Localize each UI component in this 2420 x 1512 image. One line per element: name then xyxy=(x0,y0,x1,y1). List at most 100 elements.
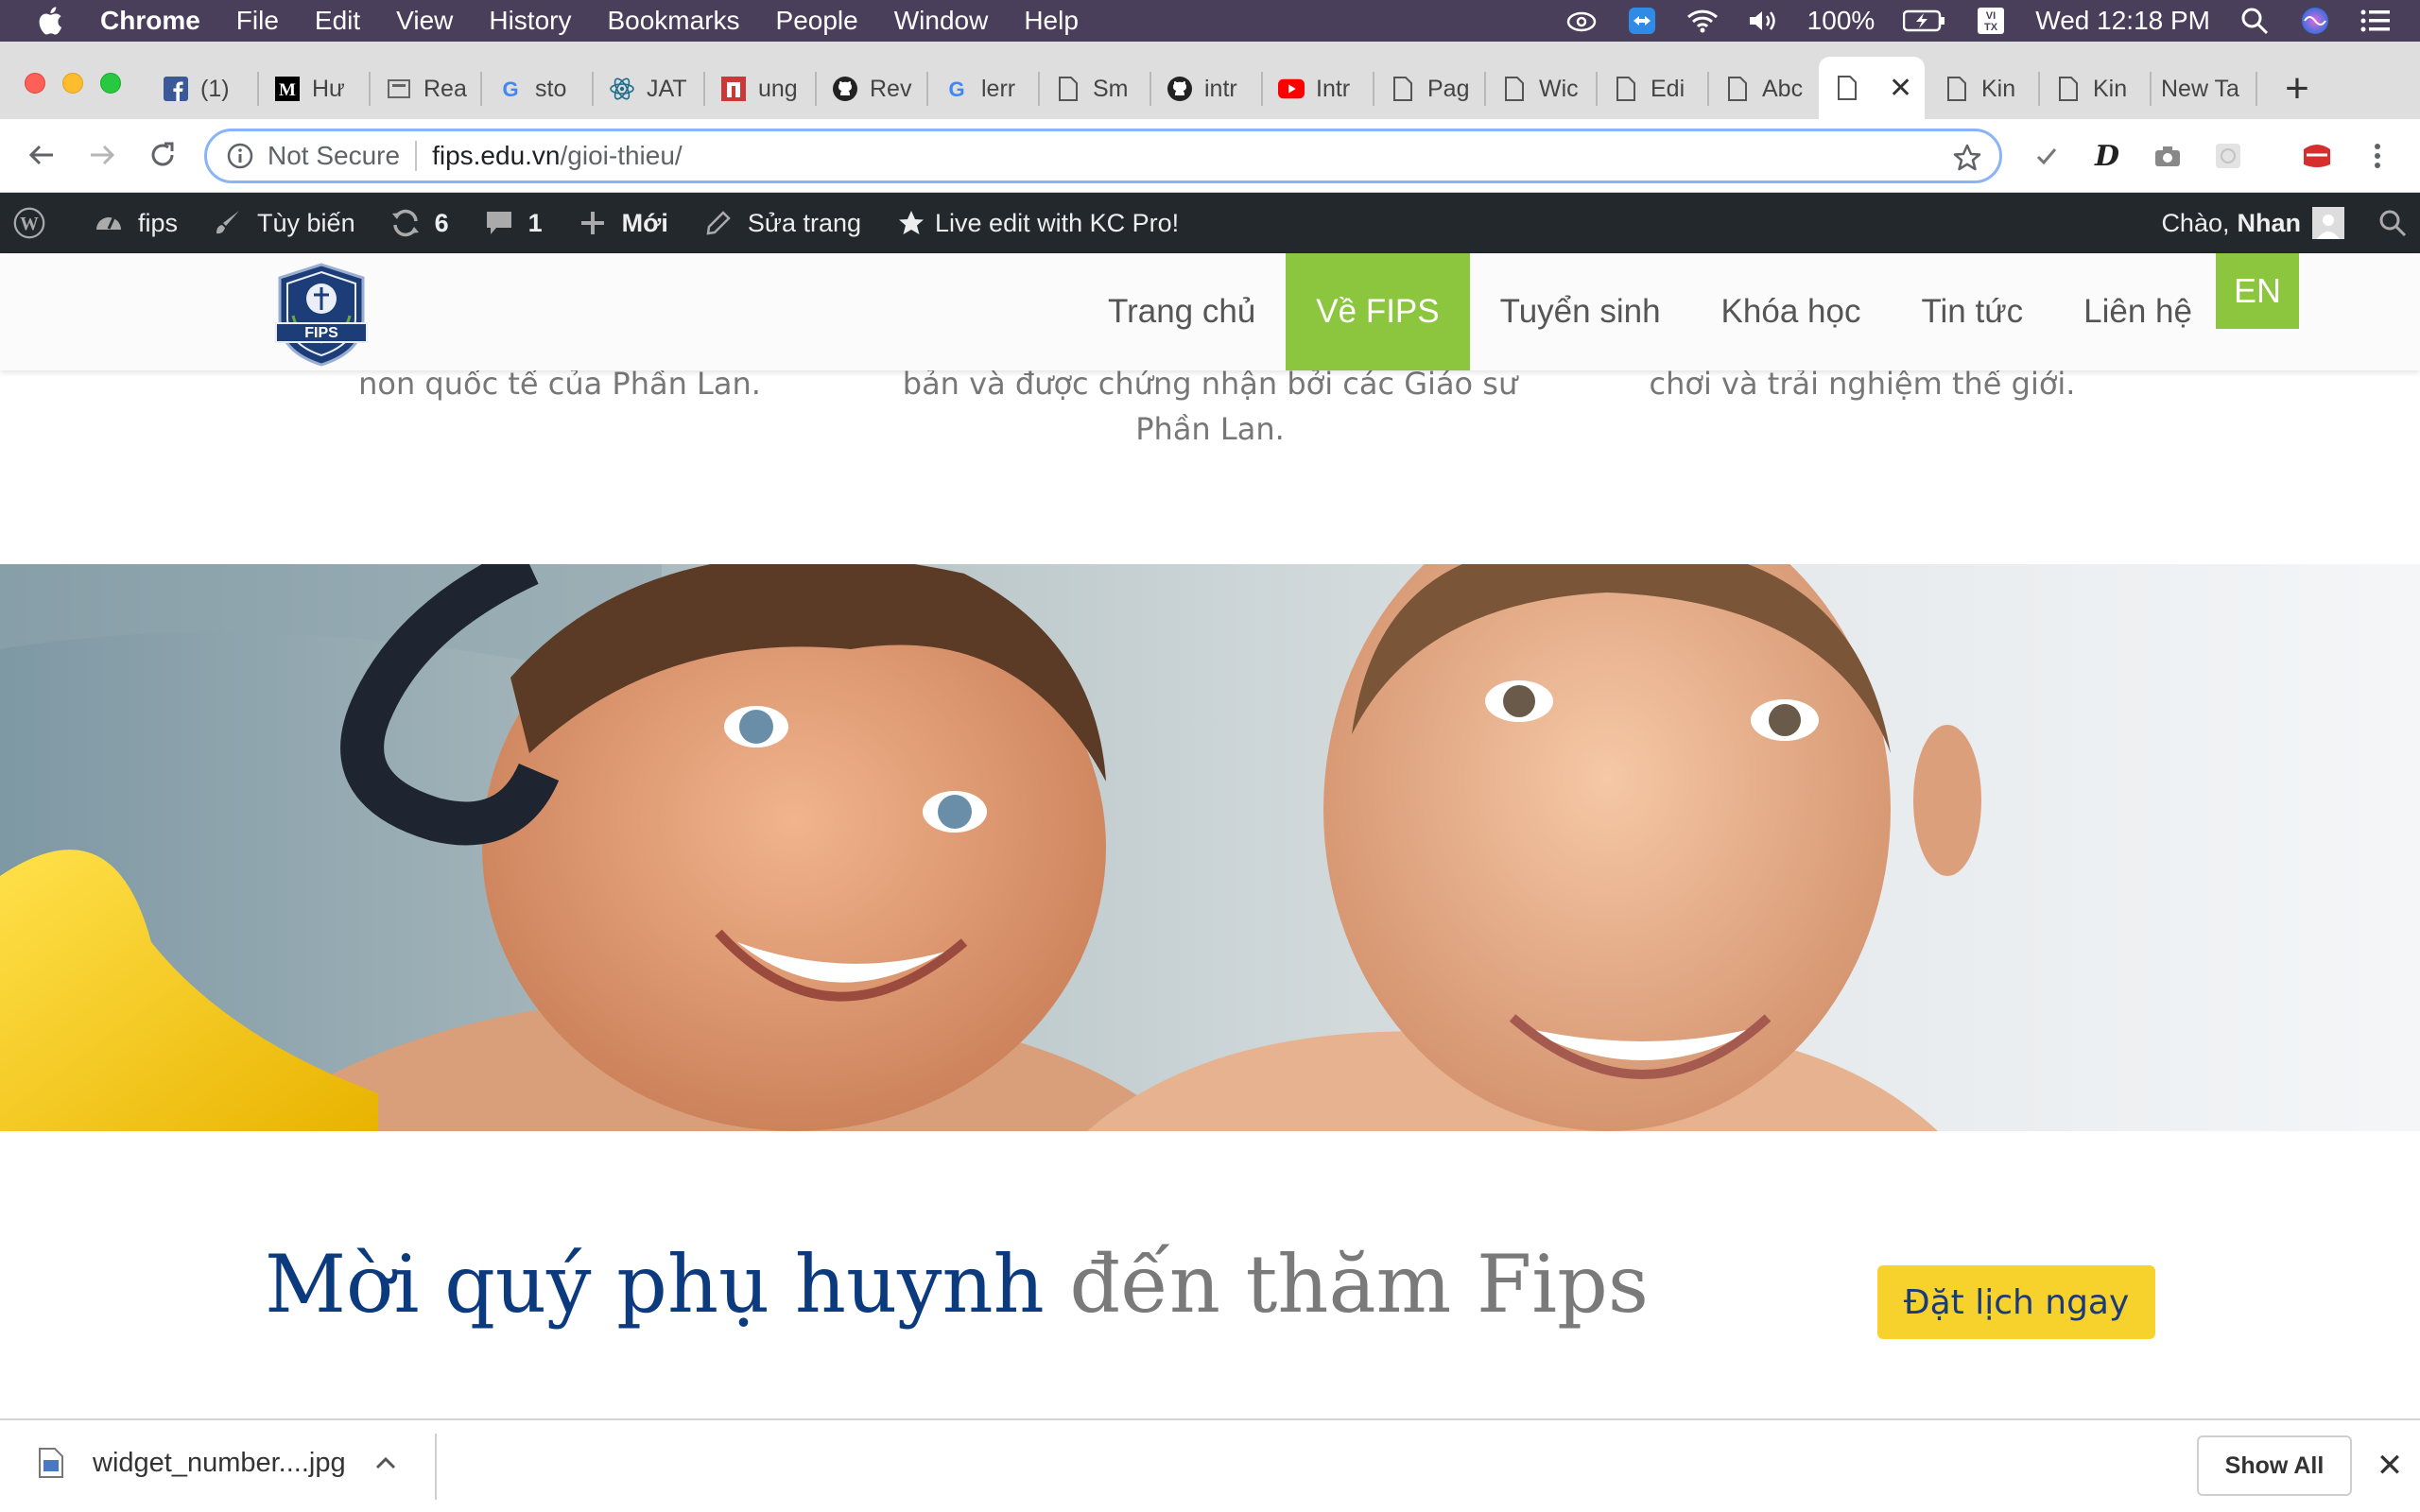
browser-tab[interactable]: G sto xyxy=(482,60,594,117)
wp-customize-link[interactable]: Tùy biến xyxy=(212,207,355,239)
back-icon[interactable] xyxy=(23,136,60,174)
volume-icon[interactable] xyxy=(1747,5,1779,37)
wp-edit-page-link[interactable]: Sửa trang xyxy=(702,207,861,239)
browser-tab[interactable]: Kin xyxy=(2040,60,2152,117)
nav-khoa-hoc[interactable]: Khóa học xyxy=(1691,253,1892,370)
menu-people[interactable]: People xyxy=(776,6,858,36)
menu-view[interactable]: View xyxy=(396,6,453,36)
browser-tab[interactable]: (1) xyxy=(147,60,259,117)
download-filename: widget_number....jpg xyxy=(93,1447,346,1478)
browser-tab[interactable]: Wic xyxy=(1486,60,1598,117)
browser-tab[interactable]: G lerr xyxy=(928,60,1040,117)
cta-title-light: đến thăm Fips xyxy=(1069,1238,1649,1331)
creative-cloud-icon[interactable] xyxy=(1565,5,1598,37)
paintbrush-icon xyxy=(212,207,244,239)
browser-tab[interactable]: Edi xyxy=(1598,60,1709,117)
wp-customize-label: Tùy biến xyxy=(257,208,355,237)
checkmark-extension-icon[interactable] xyxy=(2031,140,2063,172)
new-tab-button[interactable]: + xyxy=(2278,68,2316,110)
menu-app-name[interactable]: Chrome xyxy=(100,6,200,36)
close-download-bar-icon[interactable]: ✕ xyxy=(2371,1447,2409,1485)
camera-extension-icon[interactable] xyxy=(2152,140,2184,172)
menu-help[interactable]: Help xyxy=(1024,6,1079,36)
show-all-downloads-button[interactable]: Show All xyxy=(2197,1435,2352,1496)
dictionary-extension-icon[interactable]: D xyxy=(2091,140,2123,173)
menu-window[interactable]: Window xyxy=(894,6,989,36)
browser-tab[interactable]: M Hư xyxy=(259,60,371,117)
zoom-window-button[interactable] xyxy=(100,73,121,94)
tab-strip: (1) M Hư Rea G sto JAT ung Rev G lerr Sm… xyxy=(0,42,2420,119)
siri-icon[interactable] xyxy=(2299,5,2331,37)
svg-text:FIPS: FIPS xyxy=(304,325,338,341)
nav-tuyen-sinh[interactable]: Tuyển sinh xyxy=(1470,253,1691,370)
wp-live-edit-link[interactable]: Live edit with KC Pro! xyxy=(895,207,1179,239)
wp-greeting[interactable]: Chào, xyxy=(2161,209,2229,238)
minimize-window-button[interactable] xyxy=(62,73,83,94)
address-bar[interactable]: Not Secure fips.edu.vn/gioi-thieu/ xyxy=(204,129,2002,183)
nav-tin-tuc[interactable]: Tin tức xyxy=(1891,253,2053,370)
star-icon xyxy=(895,207,927,239)
page-icon xyxy=(1613,76,1639,102)
clock[interactable]: Wed 12:18 PM xyxy=(2035,6,2210,36)
tab-title: ung xyxy=(758,75,798,102)
download-item[interactable]: widget_number....jpg xyxy=(38,1447,397,1479)
wp-updates-link[interactable]: 6 xyxy=(389,207,449,239)
browser-tab[interactable]: Rev xyxy=(817,60,928,117)
nav-lien-he[interactable]: Liên hệ xyxy=(2053,253,2222,370)
notification-center-icon[interactable] xyxy=(2360,5,2392,37)
wifi-icon[interactable] xyxy=(1686,5,1719,37)
hero-image xyxy=(0,564,2420,1131)
nav-ve-fips[interactable]: Về FIPS xyxy=(1286,253,1470,370)
browser-tab[interactable]: Sm xyxy=(1040,60,1151,117)
close-window-button[interactable] xyxy=(25,73,45,94)
flash-extension-icon[interactable] xyxy=(2301,140,2333,172)
browser-tab[interactable]: Kin xyxy=(1928,60,2040,117)
fips-logo[interactable]: FIPS xyxy=(268,261,374,367)
dashboard-icon xyxy=(93,207,125,239)
browser-tab[interactable]: intr xyxy=(1151,60,1263,117)
wp-username[interactable]: Nhan xyxy=(2238,209,2302,238)
close-tab-icon[interactable]: ✕ xyxy=(1889,72,1912,105)
spotlight-search-icon[interactable] xyxy=(2238,5,2271,37)
language-switch-en[interactable]: EN xyxy=(2216,253,2299,329)
page-icon xyxy=(1501,76,1528,102)
wp-comments-link[interactable]: 1 xyxy=(483,207,543,239)
browser-tab[interactable]: ung xyxy=(705,60,817,117)
wp-search-icon[interactable] xyxy=(2378,209,2407,237)
browser-tab[interactable]: Intr xyxy=(1263,60,1374,117)
grid-extension-icon[interactable] xyxy=(2212,140,2244,172)
main-nav: Trang chủ Về FIPS Tuyển sinh Khóa học Ti… xyxy=(1078,253,2222,370)
reload-icon[interactable] xyxy=(144,136,182,174)
apple-icon[interactable] xyxy=(36,5,68,37)
wp-site-link[interactable]: fips xyxy=(93,207,178,239)
wp-new-link[interactable]: Mới xyxy=(577,207,668,239)
browser-tab[interactable]: Abc xyxy=(1709,60,1817,117)
hero-photo xyxy=(0,564,2420,1131)
browser-tab[interactable]: JAT xyxy=(594,60,705,117)
page-icon xyxy=(2055,76,2082,102)
forward-icon[interactable] xyxy=(83,136,121,174)
chevron-up-icon[interactable] xyxy=(374,1454,397,1471)
browser-tab-active[interactable]: ✕ xyxy=(1819,57,1925,119)
teamviewer-icon[interactable] xyxy=(1626,5,1658,37)
plus-icon xyxy=(577,207,609,239)
bookmark-star-icon[interactable] xyxy=(1952,143,1982,173)
wordpress-logo-button[interactable]: W xyxy=(13,207,59,239)
menu-bookmarks[interactable]: Bookmarks xyxy=(607,6,739,36)
nav-trang-chu[interactable]: Trang chủ xyxy=(1078,253,1286,370)
avatar[interactable] xyxy=(2312,207,2344,239)
menu-edit[interactable]: Edit xyxy=(315,6,360,36)
info-icon[interactable] xyxy=(226,142,254,170)
security-label[interactable]: Not Secure xyxy=(268,141,400,171)
updates-icon xyxy=(389,207,422,239)
menu-file[interactable]: File xyxy=(236,6,279,36)
book-now-button[interactable]: Đặt lịch ngay xyxy=(1877,1265,2155,1339)
browser-tab[interactable]: New Ta xyxy=(2152,60,2257,117)
input-method-icon[interactable]: VI TX xyxy=(1975,5,2007,37)
battery-icon[interactable] xyxy=(1903,5,1946,37)
facebook-icon xyxy=(163,76,189,102)
menu-history[interactable]: History xyxy=(489,6,571,36)
browser-tab[interactable]: Pag xyxy=(1374,60,1486,117)
chrome-menu-icon[interactable] xyxy=(2361,140,2394,172)
browser-tab[interactable]: Rea xyxy=(371,60,482,117)
